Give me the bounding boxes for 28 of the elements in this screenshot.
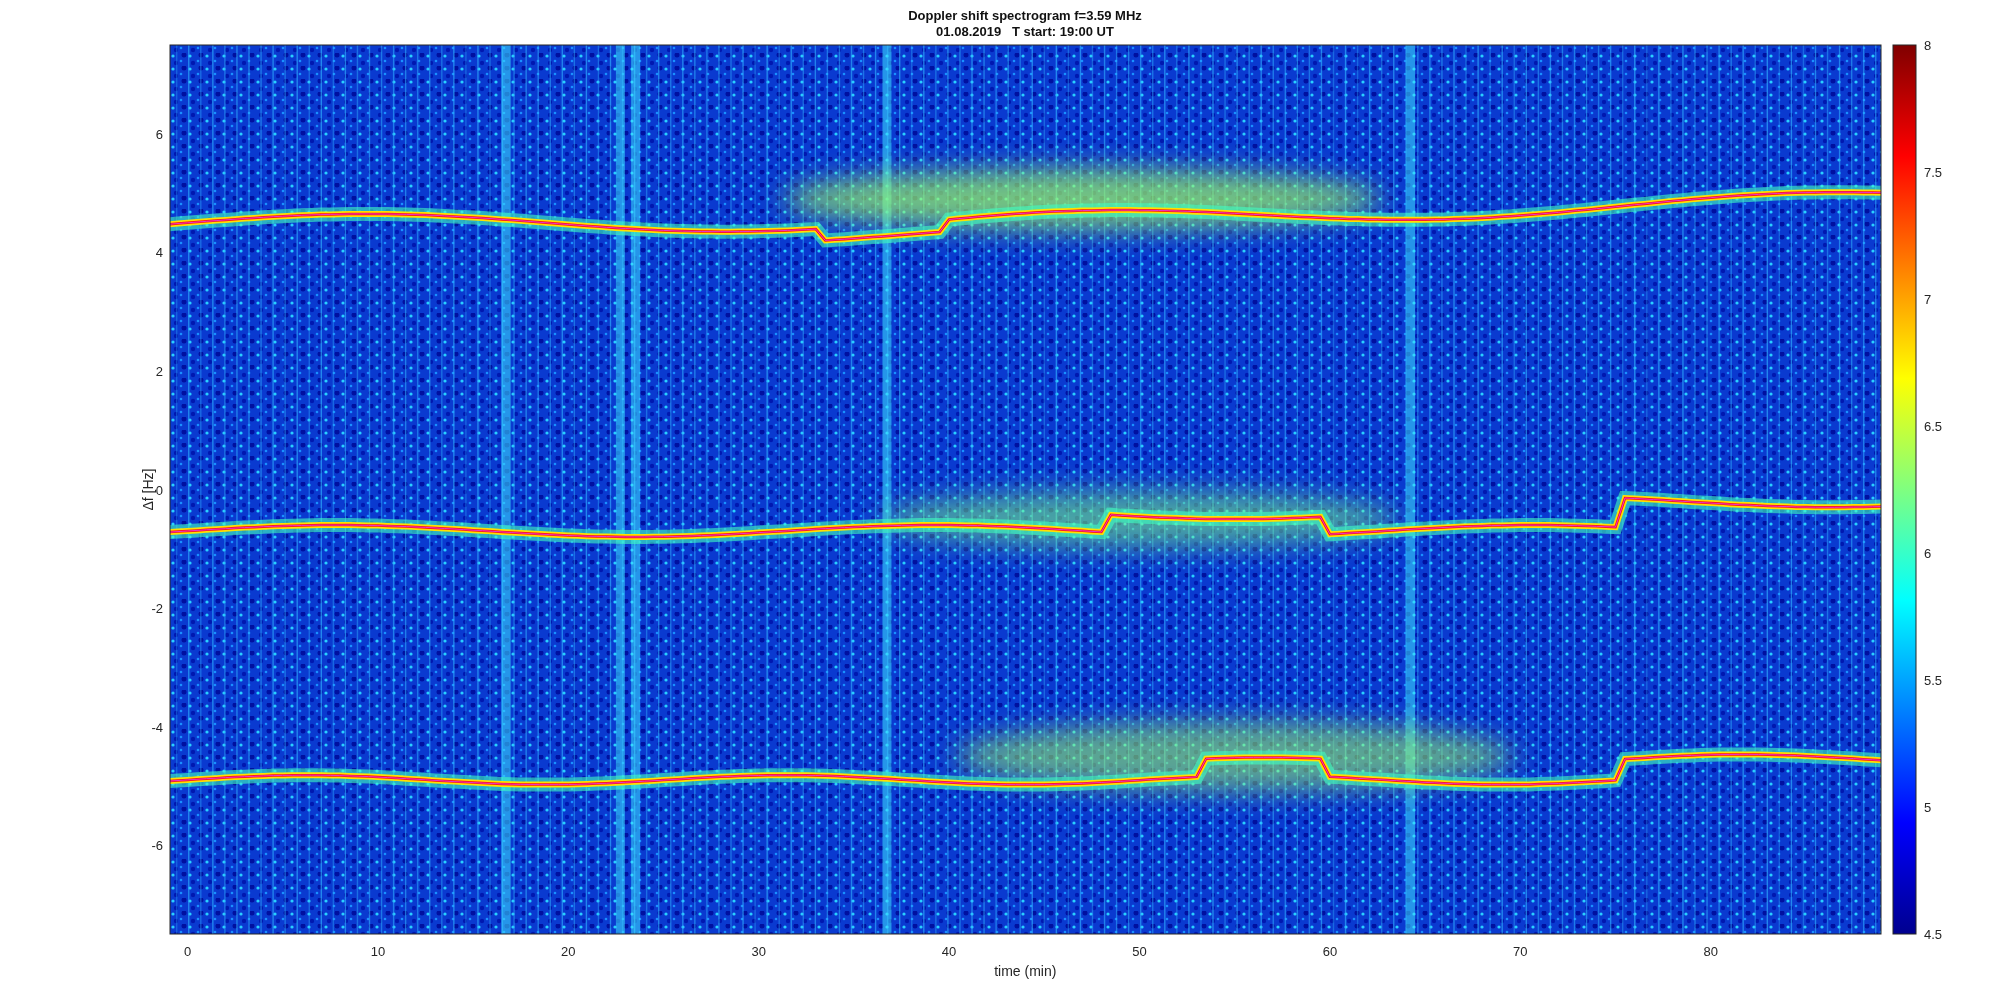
y-tick-label: 2 [155,363,163,379]
x-tick-label: 20 [561,944,576,959]
colorbar-tick-label: 7.5 [1924,165,1943,180]
x-tick-label: 50 [1132,944,1147,959]
y-tick-label: 0 [155,482,163,498]
x-tick-label: 70 [1513,944,1528,959]
y-tick-label: -6 [151,838,163,854]
colorbar-tick-label: 4.5 [1924,927,1943,942]
x-tick-label: 30 [751,944,766,959]
chart-subtitle: 01.08.2019 T start: 19:00 UT [936,24,1114,40]
x-tick-label: 60 [1322,944,1338,959]
y-axis-label: Δf [Hz] [140,468,156,511]
x-tick-label: 10 [370,944,386,959]
x-tick-label: 80 [1703,944,1718,959]
x-tick-label: 40 [941,944,957,959]
colorbar-tick-label: 8 [1924,40,1932,53]
colorbar-tick-label: 6.5 [1924,419,1943,434]
colorbar-tick-label: 5.5 [1924,673,1943,688]
x-tick-label: 0 [183,944,192,959]
x-axis-label: time (min) [994,963,1057,979]
colorbar-tick-label: 7 [1924,292,1932,307]
y-tick-label: -4 [151,719,163,735]
colorbar-tick-label: 6 [1924,546,1932,561]
y-tick-label: -2 [151,601,163,617]
y-tick-label: 4 [155,245,163,261]
y-tick-label: 6 [155,126,163,142]
colorbar-tick-label: 5 [1924,800,1932,815]
chart-title: Doppler shift spectrogram f=3.59 MHz [908,8,1142,24]
